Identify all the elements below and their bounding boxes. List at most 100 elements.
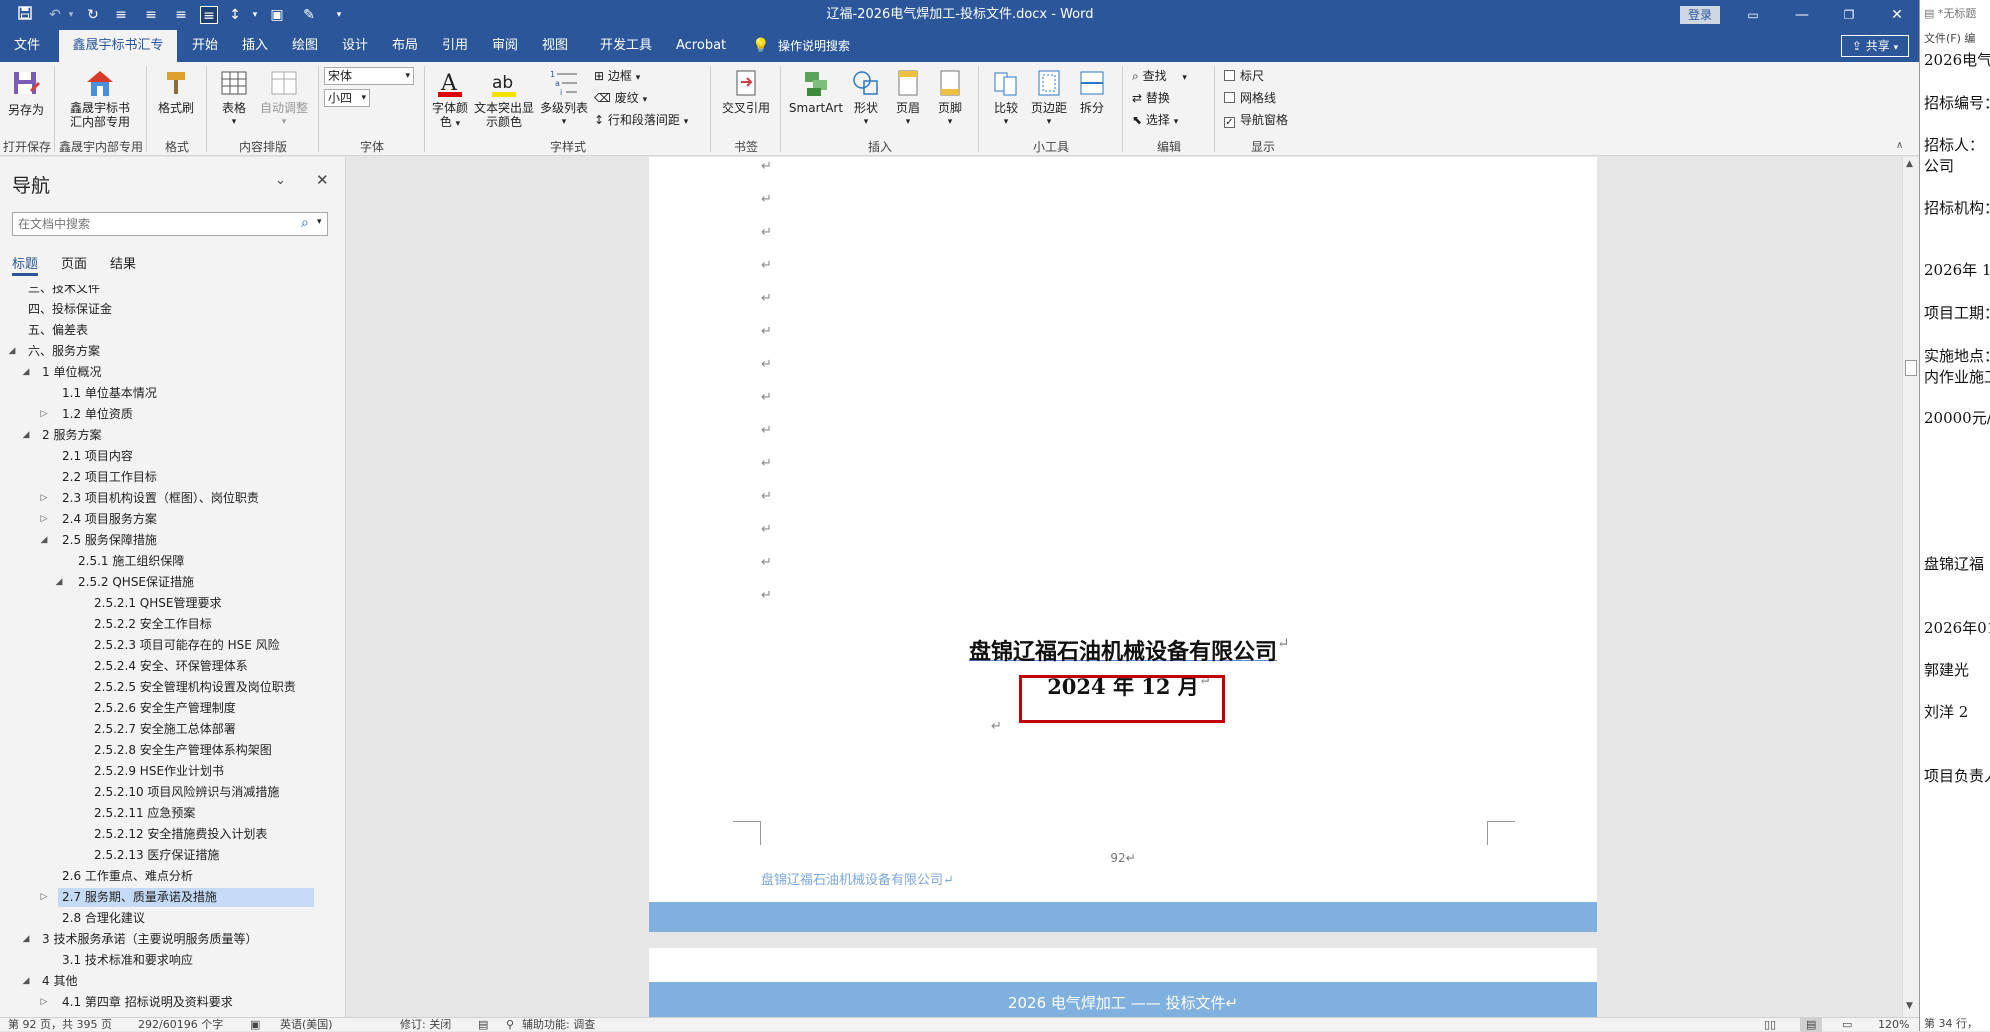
- collapse-triangle-icon[interactable]: ◢: [38, 535, 50, 545]
- nav-heading-item[interactable]: 2.7 服务期、质量承诺及措施: [58, 888, 314, 907]
- line-spacing-dropdown-icon[interactable]: ▾: [246, 6, 264, 24]
- nav-heading-item[interactable]: 4 其他: [38, 972, 77, 991]
- tab-draw[interactable]: 绘图: [284, 30, 326, 62]
- xsy-internal-button[interactable]: 鑫晟宇标书汇内部专用: [62, 68, 138, 129]
- ribbon-display-options-icon[interactable]: ▭: [1744, 6, 1762, 24]
- status-language[interactable]: 英语(美国): [280, 1018, 333, 1032]
- read-mode-icon[interactable]: ▯▯: [1764, 1018, 1776, 1032]
- expand-triangle-icon[interactable]: ▷: [38, 892, 50, 902]
- nav-close-icon[interactable]: ✕: [316, 171, 329, 189]
- nav-heading-item[interactable]: 2.5.2.11 应急预案: [90, 804, 195, 823]
- tab-home[interactable]: 开始: [184, 30, 226, 62]
- nav-heading-item[interactable]: 2.8 合理化建议: [58, 909, 145, 928]
- format-painter-button[interactable]: 格式刷: [154, 68, 198, 115]
- tab-view[interactable]: 视图: [534, 30, 576, 62]
- restore-icon[interactable]: ❐: [1840, 6, 1858, 24]
- tab-insert[interactable]: 插入: [234, 30, 276, 62]
- status-track-changes[interactable]: 修订: 关闭: [400, 1018, 451, 1032]
- nav-heading-item[interactable]: 六、服务方案: [24, 342, 100, 361]
- cross-reference-button[interactable]: 交叉引用: [718, 68, 774, 115]
- justify-icon[interactable]: ≡: [200, 6, 218, 24]
- gridlines-checkbox[interactable]: 网格线: [1224, 90, 1276, 106]
- save-as-icon[interactable]: ▣: [268, 6, 286, 24]
- collapse-triangle-icon[interactable]: ◢: [53, 577, 65, 587]
- collapse-triangle-icon[interactable]: ◢: [20, 430, 32, 440]
- nav-heading-item[interactable]: 2.2 项目工作目标: [58, 468, 157, 487]
- status-zoom[interactable]: 120%: [1878, 1018, 1909, 1032]
- tab-developer[interactable]: 开发工具: [592, 30, 660, 62]
- nav-heading-item[interactable]: 2.5.2.7 安全施工总体部署: [90, 720, 236, 739]
- tab-file[interactable]: 文件: [6, 30, 48, 62]
- font-name-select[interactable]: 宋体 ▾: [324, 67, 414, 85]
- align-right-icon[interactable]: ≡: [172, 6, 190, 24]
- scroll-thumb[interactable]: [1905, 360, 1917, 376]
- nav-heading-item[interactable]: 1 单位概况: [38, 363, 101, 382]
- scroll-down-icon[interactable]: ▼: [1906, 1001, 1913, 1011]
- auto-adjust-button[interactable]: 自动调整 ▾: [256, 68, 312, 129]
- nav-heading-item[interactable]: 1.2 单位资质: [58, 405, 133, 424]
- tab-design[interactable]: 设计: [334, 30, 376, 62]
- nav-tab-headings[interactable]: 标题: [12, 253, 38, 272]
- close-icon[interactable]: ✕: [1888, 6, 1906, 24]
- compare-button[interactable]: 比较 ▾: [986, 68, 1026, 129]
- login-button[interactable]: 登录: [1680, 6, 1720, 24]
- find-button[interactable]: ⌕ 查找 ▾: [1132, 68, 1187, 86]
- tab-review[interactable]: 审阅: [484, 30, 526, 62]
- nav-heading-item[interactable]: 2.4 项目服务方案: [58, 510, 157, 529]
- highlight-button[interactable]: ab 文本突出显示颜色: [472, 68, 536, 129]
- border-button[interactable]: ⊞ 边框 ▾: [594, 68, 640, 86]
- scroll-up-icon[interactable]: ▲: [1906, 159, 1913, 169]
- nav-heading-item[interactable]: 2.5.2.12 安全措施费投入计划表: [90, 825, 267, 844]
- nav-heading-item[interactable]: 2 服务方案: [38, 426, 101, 445]
- expand-triangle-icon[interactable]: ▷: [38, 997, 50, 1007]
- expand-triangle-icon[interactable]: ▷: [38, 514, 50, 524]
- web-layout-icon[interactable]: ▭: [1842, 1018, 1852, 1032]
- search-dropdown-icon[interactable]: ▾: [317, 217, 322, 227]
- tab-layout[interactable]: 布局: [384, 30, 426, 62]
- macro-record-icon[interactable]: ▤: [478, 1018, 488, 1032]
- font-color-button[interactable]: A 字体颜色 ▾: [430, 68, 470, 131]
- collapse-triangle-icon[interactable]: ◢: [20, 976, 32, 986]
- nav-heading-item[interactable]: 2.5.2.4 安全、环保管理体系: [90, 657, 248, 676]
- nav-heading-item[interactable]: 3 技术服务承诺（主要说明服务质量等）: [38, 930, 257, 949]
- collapse-triangle-icon[interactable]: ◢: [20, 934, 32, 944]
- line-spacing-button[interactable]: ↕ 行和段落间距 ▾: [594, 112, 688, 130]
- collapse-triangle-icon[interactable]: ◢: [6, 346, 18, 356]
- expand-triangle-icon[interactable]: ▷: [38, 493, 50, 503]
- nav-heading-item[interactable]: 2.5.2.2 安全工作目标: [90, 615, 212, 634]
- tab-references[interactable]: 引用: [434, 30, 476, 62]
- nav-heading-item[interactable]: 2.5.2.3 项目可能存在的 HSE 风险: [90, 636, 280, 655]
- split-button[interactable]: 拆分: [1072, 68, 1112, 115]
- redo-icon[interactable]: ↻: [84, 6, 102, 24]
- proofing-icon[interactable]: ▣: [250, 1018, 260, 1032]
- nav-heading-item[interactable]: 四、投标保证金: [24, 300, 112, 319]
- nav-heading-item[interactable]: 2.5.2.10 项目风险辨识与消减措施: [90, 783, 279, 802]
- nav-heading-item[interactable]: 2.5.2.13 医疗保证措施: [90, 846, 219, 865]
- footer-button[interactable]: 页脚 ▾: [930, 68, 970, 129]
- search-icon[interactable]: ⌕: [301, 215, 309, 231]
- nav-search-box[interactable]: ⌕ ▾: [12, 212, 328, 236]
- align-left-icon[interactable]: ≡: [112, 6, 130, 24]
- nav-options-chevron-icon[interactable]: ⌄: [275, 173, 286, 188]
- collapse-triangle-icon[interactable]: ◢: [20, 367, 32, 377]
- nav-heading-item[interactable]: 2.5.1 施工组织保障: [74, 552, 184, 571]
- font-size-select[interactable]: 小四 ▾: [324, 89, 370, 107]
- nav-tab-results[interactable]: 结果: [110, 253, 136, 272]
- select-button[interactable]: ⬉ 选择 ▾: [1132, 112, 1178, 130]
- nav-pane-checkbox[interactable]: ✓ 导航窗格: [1224, 112, 1288, 128]
- save-icon[interactable]: [16, 6, 34, 24]
- table-button[interactable]: 表格 ▾: [214, 68, 254, 129]
- nav-heading-item[interactable]: 2.1 项目内容: [58, 447, 133, 466]
- nav-heading-item[interactable]: 2.5.2 QHSE保证措施: [74, 573, 194, 592]
- nav-heading-item[interactable]: 2.5.2.8 安全生产管理体系构架图: [90, 741, 272, 760]
- status-word-count[interactable]: 292/60196 个字: [138, 1018, 223, 1032]
- minimize-icon[interactable]: —: [1793, 6, 1811, 24]
- tab-acrobat[interactable]: Acrobat: [668, 30, 734, 62]
- nav-heading-item[interactable]: 1.1 单位基本情况: [58, 384, 157, 403]
- nav-heading-item[interactable]: 三、技术文件: [24, 285, 100, 298]
- smartart-button[interactable]: SmartArt: [786, 68, 846, 115]
- nav-heading-item[interactable]: 2.5.2.6 安全生产管理制度: [90, 699, 236, 718]
- notepad-menu[interactable]: 文件(F) 编: [1924, 30, 1975, 46]
- nav-search-input[interactable]: [13, 213, 283, 235]
- nav-scrollbar[interactable]: [334, 285, 344, 1015]
